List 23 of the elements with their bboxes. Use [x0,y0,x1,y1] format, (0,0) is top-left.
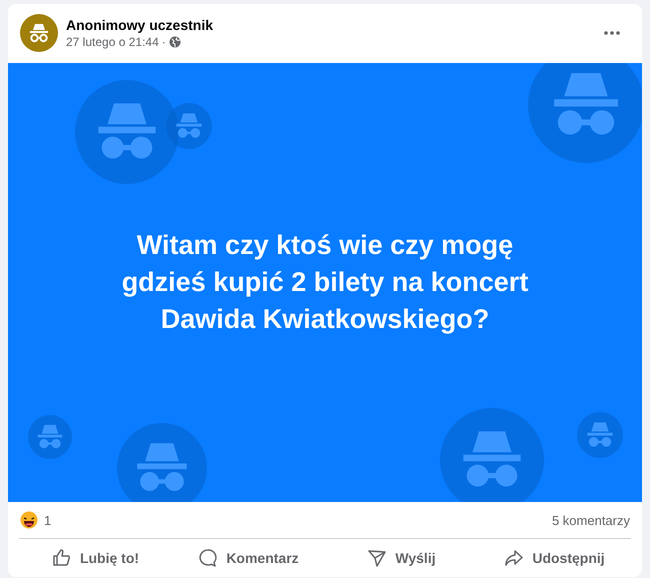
speech-bubble-icon [198,548,218,568]
laughing-emoji-icon[interactable] [20,511,38,530]
more-icon [604,31,620,36]
globe-icon [168,36,181,48]
share-button[interactable]: Udostępnij [478,539,631,577]
incognito-icon [117,422,207,502]
author-name[interactable]: Anonimowy uczestnik [66,16,214,34]
send-button[interactable]: Wyślij [325,539,478,577]
comments-count[interactable]: 5 komentarzy [552,510,630,530]
incognito-icon [577,412,623,458]
separator: · [162,34,166,50]
send-icon [367,548,388,568]
reaction-count[interactable]: 1 [44,510,52,530]
comment-button[interactable]: Komentarz [172,539,325,577]
incognito-icon [528,62,642,163]
thumbs-up-icon [52,548,72,568]
post-time[interactable]: 27 lutego o 21:44 [66,34,159,50]
incognito-icon [28,414,72,459]
avatar-icon[interactable] [20,14,58,52]
like-button[interactable]: Lubię to! [19,539,172,577]
incognito-icon [440,408,544,502]
share-arrow-icon [504,548,524,568]
post-text: Witam czy ktoś wie czy mogę gdzieś kupić 2 bilety na koncert Dawida Kwiatkowskiego? [120,229,530,336]
